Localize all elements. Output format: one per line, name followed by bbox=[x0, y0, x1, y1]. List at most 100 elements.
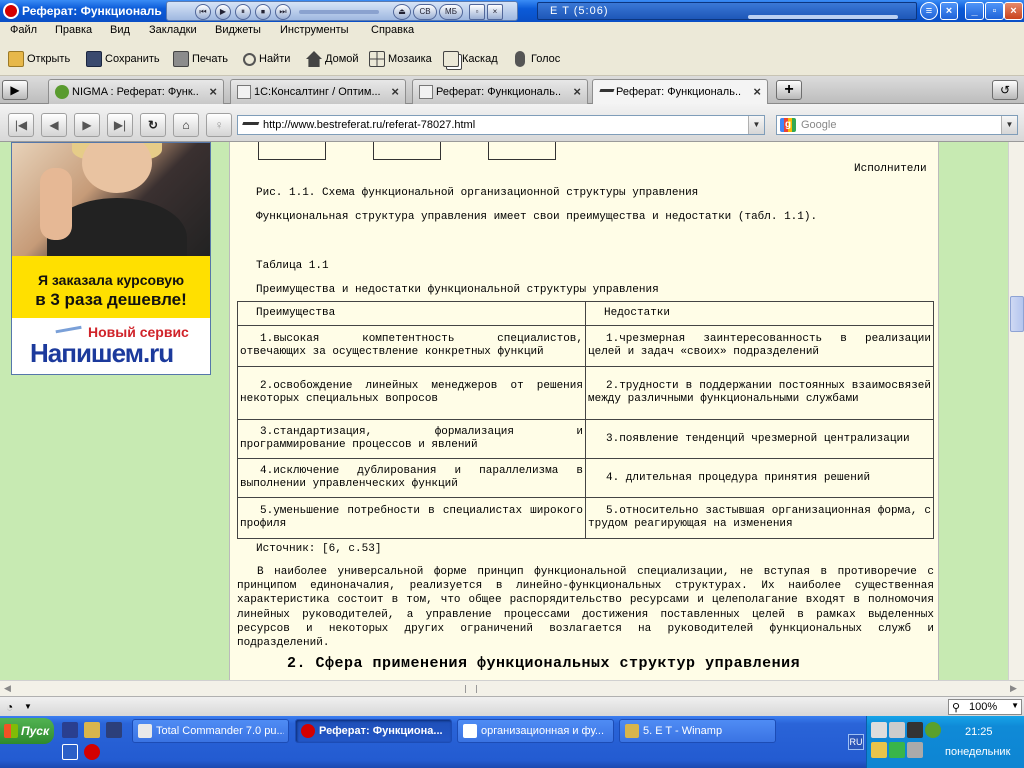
next-track-button[interactable]: ⏭ bbox=[275, 4, 291, 20]
new-tab-button[interactable]: + bbox=[776, 80, 802, 100]
chevron-down-icon[interactable]: ▼ bbox=[748, 116, 764, 134]
start-button[interactable]: Пуск bbox=[0, 718, 54, 744]
menu-circle-icon[interactable]: ≡ bbox=[920, 2, 938, 20]
prev-track-button[interactable]: ⏮ bbox=[195, 4, 211, 20]
scroll-right-icon[interactable]: ▶ bbox=[1010, 683, 1017, 694]
quicklaunch-winamp-icon[interactable] bbox=[84, 722, 100, 738]
word-icon bbox=[463, 724, 477, 738]
close-icon[interactable]: × bbox=[753, 84, 761, 99]
voice-button[interactable]: Голос bbox=[515, 50, 560, 68]
tab-label: NIGMA : Реферат: Функ... bbox=[72, 86, 198, 98]
quicklaunch-opera-icon[interactable] bbox=[84, 744, 100, 760]
menu-widgets[interactable]: Виджеты bbox=[215, 24, 261, 36]
tray-speaker-icon[interactable] bbox=[907, 742, 923, 758]
vertical-scrollbar[interactable] bbox=[1008, 142, 1024, 680]
menu-file[interactable]: Файл bbox=[10, 24, 37, 36]
mosaic-button[interactable]: Мозаика bbox=[369, 50, 432, 68]
eject-icon[interactable]: ⏏ bbox=[393, 4, 411, 20]
zoom-control[interactable]: ⚲ 100% ▼ bbox=[948, 699, 1022, 715]
search-input[interactable]: g Google ▼ bbox=[776, 115, 1018, 135]
table-header-pros: Преимущества bbox=[237, 301, 586, 326]
menu-bookmarks[interactable]: Закладки bbox=[149, 24, 197, 36]
table-cell: 2.трудности в поддержании постоянных вза… bbox=[585, 366, 934, 420]
menu-help[interactable]: Справка bbox=[371, 24, 414, 36]
trash-restore-icon[interactable]: ↺ bbox=[992, 80, 1018, 100]
close-icon[interactable]: × bbox=[573, 84, 581, 99]
table-row: 1.высокая компетентность специалистов, о… bbox=[237, 325, 934, 367]
ad-banner[interactable]: Я заказала курсовую в 3 раза дешевле! Но… bbox=[11, 142, 211, 375]
track-progress-bar[interactable] bbox=[748, 15, 898, 19]
quicklaunch-word-icon[interactable] bbox=[62, 744, 78, 760]
stop-button[interactable]: ⏹ bbox=[255, 4, 271, 20]
rewind-button[interactable]: |◀ bbox=[8, 113, 34, 137]
winamp-minimize-icon[interactable]: × bbox=[940, 2, 958, 20]
tray-network-icon[interactable] bbox=[871, 722, 887, 738]
google-icon[interactable]: g bbox=[780, 118, 796, 132]
cb-button[interactable]: CB bbox=[413, 4, 437, 20]
home-nav-button[interactable]: ⌂ bbox=[173, 113, 199, 137]
task-word[interactable]: организационная и фу... bbox=[457, 719, 614, 743]
close-icon[interactable]: × bbox=[391, 84, 399, 99]
chevron-down-icon[interactable]: ▼ bbox=[1011, 701, 1019, 710]
tab-nigma[interactable]: NIGMA : Реферат: Функ... × bbox=[48, 79, 224, 104]
find-button[interactable]: Найти bbox=[243, 50, 290, 68]
quicklaunch-save-icon[interactable] bbox=[106, 722, 122, 738]
language-indicator[interactable]: RU bbox=[848, 734, 864, 750]
winamp-menu-icon[interactable]: ▫ bbox=[469, 4, 485, 20]
address-input[interactable]: http://www.bestreferat.ru/referat-78027.… bbox=[237, 115, 765, 135]
reload-button[interactable]: ↻ bbox=[140, 113, 166, 137]
quicklaunch-app-icon[interactable] bbox=[62, 722, 78, 738]
minimize-button[interactable]: _ bbox=[965, 2, 984, 20]
tab-1c-consulting[interactable]: 1С:Консалтинг / Оптим... × bbox=[230, 79, 406, 104]
task-opera[interactable]: Реферат: Функциона... bbox=[295, 719, 452, 743]
save-button[interactable]: Сохранить bbox=[86, 50, 160, 68]
close-button[interactable]: × bbox=[1004, 2, 1023, 20]
scroll-left-icon[interactable]: ◀ bbox=[4, 683, 11, 694]
wand-button[interactable]: ♀ bbox=[206, 113, 232, 137]
tray-volume-icon[interactable] bbox=[889, 722, 905, 738]
tray-shield-icon[interactable] bbox=[889, 742, 905, 758]
back-button[interactable]: ◀ bbox=[41, 113, 67, 137]
task-winamp[interactable]: 5. E T - Winamp bbox=[619, 719, 776, 743]
open-button[interactable]: Открыть bbox=[8, 50, 70, 68]
clock-time[interactable]: 21:25 bbox=[965, 726, 993, 738]
home-button[interactable]: Домой bbox=[306, 50, 359, 68]
tray-year-icon[interactable] bbox=[907, 722, 923, 738]
menu-tools[interactable]: Инструменты bbox=[280, 24, 349, 36]
play-button[interactable]: ▶ bbox=[215, 4, 231, 20]
scrollbar-grip[interactable] bbox=[465, 685, 477, 693]
forward-button[interactable]: ▶ bbox=[74, 113, 100, 137]
title-bar[interactable]: Реферат: Функциональ ⏮ ▶ ⏸ ⏹ ⏭ ⏏ CB МБ ▫… bbox=[0, 0, 1024, 22]
horizontal-scrollbar[interactable]: ◀ ▶ bbox=[0, 680, 1024, 696]
cascade-button[interactable]: Каскад bbox=[443, 50, 498, 68]
maximize-button[interactable]: ▫ bbox=[985, 2, 1004, 20]
print-button[interactable]: Печать bbox=[173, 50, 228, 68]
table-label: Таблица 1.1 bbox=[256, 260, 329, 272]
menu-view[interactable]: Вид bbox=[110, 24, 130, 36]
menu-edit[interactable]: Правка bbox=[55, 24, 92, 36]
volume-slider[interactable] bbox=[299, 10, 379, 14]
tab-referat-1[interactable]: Реферат: Функциональ... × bbox=[412, 79, 588, 104]
page-icon bbox=[419, 85, 433, 99]
task-label: Реферат: Функциона... bbox=[319, 725, 443, 737]
panel-toggle-button[interactable]: ▶ bbox=[2, 80, 28, 100]
address-toolbar: |◀ ◀ ▶ ▶| ↻ ⌂ ♀ http://www.bestreferat.r… bbox=[0, 104, 1024, 142]
task-total-commander[interactable]: Total Commander 7.0 pu... bbox=[132, 719, 289, 743]
print-label: Печать bbox=[192, 53, 229, 65]
ad-photo bbox=[12, 143, 210, 278]
close-icon[interactable]: × bbox=[209, 84, 217, 99]
tray-antivirus-icon[interactable] bbox=[925, 722, 941, 738]
winamp-close-icon[interactable]: × bbox=[487, 4, 503, 20]
speed-dial-icon[interactable]: ◔ bbox=[6, 700, 13, 714]
tray-user-icon[interactable] bbox=[871, 742, 887, 758]
mb-button[interactable]: МБ bbox=[439, 4, 463, 20]
pause-button[interactable]: ⏸ bbox=[235, 4, 251, 20]
chevron-down-icon[interactable]: ▼ bbox=[1001, 116, 1017, 134]
fast-forward-button[interactable]: ▶| bbox=[107, 113, 133, 137]
page-viewport[interactable]: Я заказала курсовую в 3 раза дешевле! Но… bbox=[0, 142, 1008, 680]
chart-box bbox=[258, 142, 326, 160]
task-label: Total Commander 7.0 pu... bbox=[156, 725, 284, 737]
tab-referat-active[interactable]: Реферат: Функциональ... × bbox=[592, 79, 768, 105]
scrollbar-thumb[interactable] bbox=[1010, 296, 1024, 332]
chevron-down-icon[interactable]: ▼ bbox=[24, 702, 32, 711]
